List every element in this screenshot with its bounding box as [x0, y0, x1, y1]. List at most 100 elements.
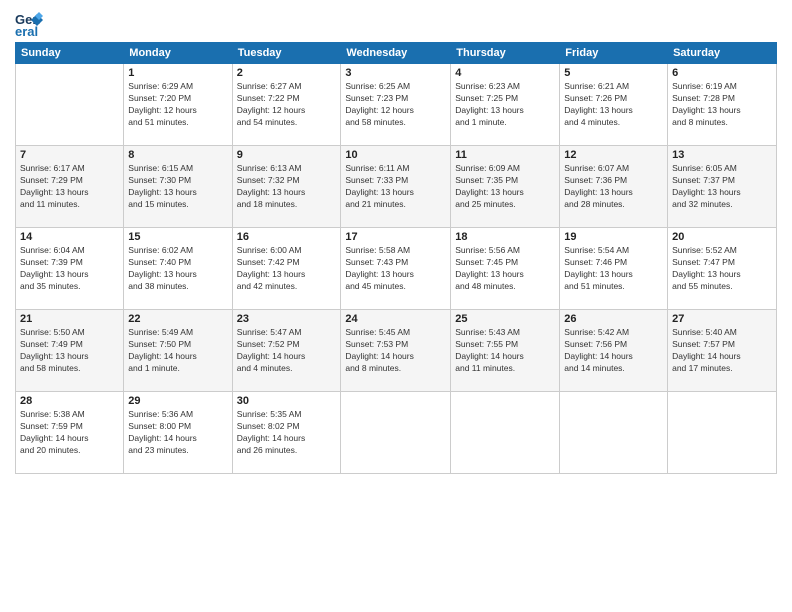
- day-number: 24: [345, 313, 446, 325]
- calendar-cell: 17 Sunrise: 5:58 AM Sunset: 7:43 PM Dayli…: [341, 228, 451, 310]
- calendar-cell: 22 Sunrise: 5:49 AM Sunset: 7:50 PM Dayli…: [124, 310, 232, 392]
- day-info: Sunrise: 5:47 AM Sunset: 7:52 PM Dayligh…: [237, 327, 337, 375]
- calendar-cell: 12 Sunrise: 6:07 AM Sunset: 7:36 PM Dayli…: [560, 146, 668, 228]
- calendar-cell: 7 Sunrise: 6:17 AM Sunset: 7:29 PM Daylig…: [16, 146, 124, 228]
- day-info: Sunrise: 5:42 AM Sunset: 7:56 PM Dayligh…: [564, 327, 663, 375]
- day-number: 7: [20, 149, 119, 161]
- day-number: 16: [237, 231, 337, 243]
- day-info: Sunrise: 5:54 AM Sunset: 7:46 PM Dayligh…: [564, 245, 663, 293]
- calendar-cell: 19Sunrise: 5:54 AM Sunset: 7:46 PM Dayli…: [560, 228, 668, 310]
- day-info: Sunrise: 6:07 AM Sunset: 7:36 PM Dayligh…: [564, 163, 663, 211]
- calendar-cell: 25 Sunrise: 5:43 AM Sunset: 7:55 PM Dayli…: [451, 310, 560, 392]
- day-info: Sunrise: 6:19 AM Sunset: 7:28 PM Dayligh…: [672, 81, 772, 129]
- calendar-cell: 20Sunrise: 5:52 AM Sunset: 7:47 PM Dayli…: [668, 228, 777, 310]
- weekday-header: Wednesday: [341, 43, 451, 64]
- calendar-cell: [451, 392, 560, 474]
- day-number: 14: [20, 231, 119, 243]
- calendar-cell: 3 Sunrise: 6:25 AM Sunset: 7:23 PM Daylig…: [341, 64, 451, 146]
- calendar-cell: 14 Sunrise: 6:04 AM Sunset: 7:39 PM Dayli…: [16, 228, 124, 310]
- calendar-cell: 18Sunrise: 5:56 AM Sunset: 7:45 PM Dayli…: [451, 228, 560, 310]
- calendar-cell: 23 Sunrise: 5:47 AM Sunset: 7:52 PM Dayli…: [232, 310, 341, 392]
- day-number: 26: [564, 313, 663, 325]
- day-info: Sunrise: 6:00 AM Sunset: 7:42 PM Dayligh…: [237, 245, 337, 293]
- day-info: Sunrise: 5:35 AM Sunset: 8:02 PM Dayligh…: [237, 409, 337, 457]
- weekday-header: Saturday: [668, 43, 777, 64]
- calendar-cell: 24 Sunrise: 5:45 AM Sunset: 7:53 PM Dayli…: [341, 310, 451, 392]
- day-number: 29: [128, 395, 227, 407]
- day-number: 5: [564, 67, 663, 79]
- day-number: 12: [564, 149, 663, 161]
- calendar-cell: 13 Sunrise: 6:05 AM Sunset: 7:37 PM Dayli…: [668, 146, 777, 228]
- day-info: Sunrise: 5:36 AM Sunset: 8:00 PM Dayligh…: [128, 409, 227, 457]
- calendar-cell: [668, 392, 777, 474]
- day-number: 9: [237, 149, 337, 161]
- day-number: 10: [345, 149, 446, 161]
- calendar-week-row: 28 Sunrise: 5:38 AM Sunset: 7:59 PM Dayli…: [16, 392, 777, 474]
- calendar-week-row: 14 Sunrise: 6:04 AM Sunset: 7:39 PM Dayli…: [16, 228, 777, 310]
- day-number: 15: [128, 231, 227, 243]
- day-info: Sunrise: 6:17 AM Sunset: 7:29 PM Dayligh…: [20, 163, 119, 211]
- day-info: Sunrise: 6:25 AM Sunset: 7:23 PM Dayligh…: [345, 81, 446, 129]
- calendar-cell: [560, 392, 668, 474]
- calendar-cell: [341, 392, 451, 474]
- day-number: 30: [237, 395, 337, 407]
- calendar-cell: 10 Sunrise: 6:11 AM Sunset: 7:33 PM Dayli…: [341, 146, 451, 228]
- calendar-cell: 28 Sunrise: 5:38 AM Sunset: 7:59 PM Dayli…: [16, 392, 124, 474]
- calendar-cell: 11Sunrise: 6:09 AM Sunset: 7:35 PM Dayli…: [451, 146, 560, 228]
- day-number: 23: [237, 313, 337, 325]
- calendar-cell: 15Sunrise: 6:02 AM Sunset: 7:40 PM Dayli…: [124, 228, 232, 310]
- day-info: Sunrise: 6:23 AM Sunset: 7:25 PM Dayligh…: [455, 81, 555, 129]
- day-info: Sunrise: 5:50 AM Sunset: 7:49 PM Dayligh…: [20, 327, 119, 375]
- calendar-week-row: 1Sunrise: 6:29 AM Sunset: 7:20 PM Daylig…: [16, 64, 777, 146]
- day-number: 3: [345, 67, 446, 79]
- day-number: 2: [237, 67, 337, 79]
- day-info: Sunrise: 6:13 AM Sunset: 7:32 PM Dayligh…: [237, 163, 337, 211]
- day-info: Sunrise: 5:49 AM Sunset: 7:50 PM Dayligh…: [128, 327, 227, 375]
- day-info: Sunrise: 6:15 AM Sunset: 7:30 PM Dayligh…: [128, 163, 227, 211]
- day-info: Sunrise: 5:58 AM Sunset: 7:43 PM Dayligh…: [345, 245, 446, 293]
- day-number: 17: [345, 231, 446, 243]
- logo-icon: Gen eral: [15, 10, 43, 38]
- day-number: 25: [455, 313, 555, 325]
- day-number: 22: [128, 313, 227, 325]
- day-number: 28: [20, 395, 119, 407]
- day-number: 13: [672, 149, 772, 161]
- calendar-cell: 26 Sunrise: 5:42 AM Sunset: 7:56 PM Dayli…: [560, 310, 668, 392]
- calendar-cell: 8 Sunrise: 6:15 AM Sunset: 7:30 PM Daylig…: [124, 146, 232, 228]
- calendar-cell: 4 Sunrise: 6:23 AM Sunset: 7:25 PM Daylig…: [451, 64, 560, 146]
- day-number: 18: [455, 231, 555, 243]
- day-number: 27: [672, 313, 772, 325]
- header: Gen eral: [15, 10, 777, 38]
- weekday-row: SundayMondayTuesdayWednesdayThursdayFrid…: [16, 43, 777, 64]
- calendar-week-row: 21Sunrise: 5:50 AM Sunset: 7:49 PM Dayli…: [16, 310, 777, 392]
- calendar-cell: 29 Sunrise: 5:36 AM Sunset: 8:00 PM Dayli…: [124, 392, 232, 474]
- day-info: Sunrise: 5:45 AM Sunset: 7:53 PM Dayligh…: [345, 327, 446, 375]
- day-number: 8: [128, 149, 227, 161]
- weekday-header: Tuesday: [232, 43, 341, 64]
- calendar-cell: 27Sunrise: 5:40 AM Sunset: 7:57 PM Dayli…: [668, 310, 777, 392]
- calendar-cell: 9 Sunrise: 6:13 AM Sunset: 7:32 PM Daylig…: [232, 146, 341, 228]
- page: Gen eral SundayMondayTuesdayWednesdayThu…: [0, 0, 792, 612]
- calendar-cell: 2Sunrise: 6:27 AM Sunset: 7:22 PM Daylig…: [232, 64, 341, 146]
- logo: Gen eral: [15, 10, 46, 38]
- svg-text:eral: eral: [15, 24, 38, 38]
- calendar-cell: 5 Sunrise: 6:21 AM Sunset: 7:26 PM Daylig…: [560, 64, 668, 146]
- day-info: Sunrise: 6:09 AM Sunset: 7:35 PM Dayligh…: [455, 163, 555, 211]
- day-info: Sunrise: 5:43 AM Sunset: 7:55 PM Dayligh…: [455, 327, 555, 375]
- day-info: Sunrise: 6:11 AM Sunset: 7:33 PM Dayligh…: [345, 163, 446, 211]
- calendar-body: 1Sunrise: 6:29 AM Sunset: 7:20 PM Daylig…: [16, 64, 777, 474]
- weekday-header: Sunday: [16, 43, 124, 64]
- day-info: Sunrise: 5:38 AM Sunset: 7:59 PM Dayligh…: [20, 409, 119, 457]
- weekday-header: Thursday: [451, 43, 560, 64]
- day-number: 1: [128, 67, 227, 79]
- day-number: 6: [672, 67, 772, 79]
- day-number: 4: [455, 67, 555, 79]
- day-info: Sunrise: 5:52 AM Sunset: 7:47 PM Dayligh…: [672, 245, 772, 293]
- calendar-header: SundayMondayTuesdayWednesdayThursdayFrid…: [16, 43, 777, 64]
- day-info: Sunrise: 6:05 AM Sunset: 7:37 PM Dayligh…: [672, 163, 772, 211]
- calendar-cell: 21Sunrise: 5:50 AM Sunset: 7:49 PM Dayli…: [16, 310, 124, 392]
- calendar-cell: 1Sunrise: 6:29 AM Sunset: 7:20 PM Daylig…: [124, 64, 232, 146]
- calendar-cell: 16 Sunrise: 6:00 AM Sunset: 7:42 PM Dayli…: [232, 228, 341, 310]
- day-info: Sunrise: 6:04 AM Sunset: 7:39 PM Dayligh…: [20, 245, 119, 293]
- day-info: Sunrise: 6:21 AM Sunset: 7:26 PM Dayligh…: [564, 81, 663, 129]
